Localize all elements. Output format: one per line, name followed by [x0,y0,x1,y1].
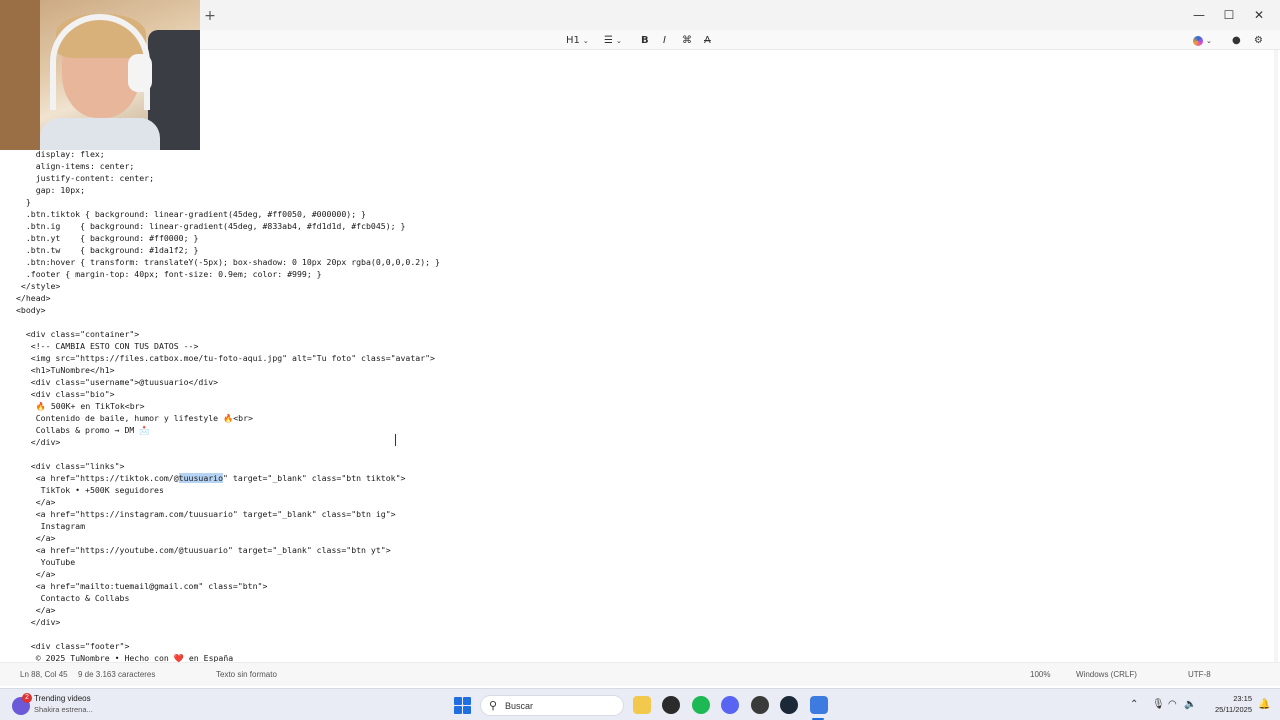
link-icon: ⌘ [682,35,692,46]
obs-icon[interactable] [751,696,769,714]
code-line[interactable] [16,316,440,328]
char-count: 9 de 3.163 caracteres [78,670,156,679]
widget-badge: 2 [22,693,32,703]
chevron-down-icon: ⌄ [615,37,622,45]
code-line[interactable]: YouTube [16,556,440,568]
code-line[interactable]: .btn.tiktok { background: linear-gradien… [16,208,440,220]
code-line[interactable]: </head> [16,292,440,304]
search-box[interactable]: ⚲ Buscar [480,695,624,716]
widget-title: Trending videos [34,694,91,703]
format-label[interactable]: Texto sin formato [216,670,277,680]
code-line[interactable]: </div> [16,616,440,628]
code-line[interactable]: <div class="bio"> [16,388,440,400]
file-explorer-icon[interactable] [633,696,651,714]
clock-time: 23:15 [1233,694,1252,703]
microphone-icon[interactable]: 🎙 [1152,699,1165,710]
code-line[interactable]: .btn.yt { background: #ff0000; } [16,232,440,244]
opera-icon[interactable] [662,696,680,714]
heading-dropdown[interactable]: H1 ⌄ [566,33,589,49]
code-line[interactable]: Instagram [16,520,440,532]
code-line[interactable]: .footer { margin-top: 40px; font-size: 0… [16,268,440,280]
discord-icon[interactable] [721,696,739,714]
code-line[interactable]: <div class="username">@tuusuario</div> [16,376,440,388]
steam-icon[interactable] [780,696,798,714]
code-line[interactable]: 🔥 500K+ en TikTok<br> [16,400,440,412]
code-line[interactable]: <div class="container"> [16,328,440,340]
zoom-level[interactable]: 100% [1030,670,1050,680]
italic-button[interactable]: I [663,33,666,49]
chevron-up-icon[interactable]: ⌃ [1130,699,1138,710]
code-line[interactable]: <div class="links"> [16,460,440,472]
account-icon[interactable]: ● [1232,33,1241,49]
code-line[interactable]: <h1>TuNombre</h1> [16,364,440,376]
code-line[interactable]: Collabs & promo → DM 📩 [16,424,440,436]
code-line[interactable]: </div> [16,436,440,448]
code-line[interactable]: </a> [16,496,440,508]
code-line[interactable]: </style> [16,280,440,292]
clock-date: 25/11/2025 [1215,705,1252,714]
code-line[interactable]: <a href="https://instagram.com/tuusuario… [16,508,440,520]
code-line[interactable]: gap: 10px; [16,184,440,196]
search-placeholder: Buscar [505,701,534,711]
code-line[interactable]: © 2025 TuNombre • Hecho con ❤️ en España [16,652,440,662]
new-tab-button[interactable]: + [202,8,218,24]
widget-subtitle: Shakira estrena... [34,705,93,714]
code-line[interactable]: display: flex; [16,150,440,160]
code-line[interactable]: } [16,196,440,208]
code-line[interactable]: <!-- CAMBIA ESTO CON TUS DATOS --> [16,340,440,352]
code-line[interactable]: .btn:hover { transform: translateY(-5px)… [16,256,440,268]
encoding[interactable]: UTF-8 [1188,670,1211,680]
close-button[interactable]: ✕ [1236,0,1280,30]
code-line[interactable]: align-items: center; [16,160,440,172]
volume-icon[interactable]: 🔈 [1184,699,1196,710]
notepad-icon[interactable] [810,696,828,714]
code-line[interactable]: .btn.tw { background: #1da1f2; } [16,244,440,256]
taskbar: 2 Trending videos Shakira estrena... ⚲ B… [0,688,1280,720]
list-icon: ☰ [604,35,613,46]
list-dropdown[interactable]: ☰ ⌄ [604,33,622,49]
code-line[interactable]: <body> [16,304,440,316]
code-line[interactable] [16,628,440,640]
start-button[interactable] [454,697,471,714]
status-bar: Ln 88, Col 45 9 de 3.163 caracteres Text… [0,662,1280,686]
code-line[interactable]: <a href="https://tiktok.com/@tuusuario" … [16,472,440,484]
heading-label: H1 [566,35,580,46]
code-line[interactable]: <a href="https://youtube.com/@tuusuario"… [16,544,440,556]
code-line[interactable] [16,448,440,460]
line-endings[interactable]: Windows (CRLF) [1076,670,1137,680]
webcam-overlay [0,0,200,150]
text-cursor-icon [395,434,398,446]
code-line[interactable]: TikTok • +500K seguidores [16,484,440,496]
code-line[interactable]: Contacto & Collabs [16,592,440,604]
code-line[interactable]: <a href="mailto:tuemail@gmail.com" class… [16,580,440,592]
code-line[interactable]: </a> [16,604,440,616]
code-line[interactable]: <div class="footer"> [16,640,440,652]
chevron-down-icon: ⌄ [1206,37,1212,45]
cursor-position[interactable]: Ln 88, Col 45 [20,670,68,680]
copilot-icon [1193,36,1203,46]
code-line[interactable]: </a> [16,568,440,580]
system-clock[interactable]: 23:15 25/11/2025 [1204,693,1252,715]
copilot-button[interactable]: ⌄ [1193,33,1212,49]
selected-text[interactable]: tuusuario [178,473,224,483]
vertical-scrollbar[interactable] [1274,50,1278,662]
code-line[interactable]: </a> [16,532,440,544]
link-button[interactable]: ⌘ [682,33,692,49]
settings-icon[interactable]: ⚙ [1254,33,1263,49]
notifications-icon[interactable]: 🔔 [1258,699,1270,710]
chevron-down-icon: ⌄ [582,37,589,45]
clear-format-button[interactable]: A [704,33,711,49]
bold-button[interactable]: B [641,33,649,49]
code-line[interactable]: .btn.ig { background: linear-gradient(45… [16,220,440,232]
spotify-icon[interactable] [692,696,710,714]
editor-area[interactable]: display: flex; align-items: center; just… [0,150,1280,662]
code-line[interactable]: Contenido de baile, humor y lifestyle 🔥<… [16,412,440,424]
code-text[interactable]: display: flex; align-items: center; just… [16,150,440,662]
search-icon: ⚲ [489,700,498,712]
wifi-icon[interactable]: ◠ [1168,699,1177,710]
code-line[interactable]: justify-content: center; [16,172,440,184]
code-line[interactable]: <img src="https://files.catbox.moe/tu-fo… [16,352,440,364]
